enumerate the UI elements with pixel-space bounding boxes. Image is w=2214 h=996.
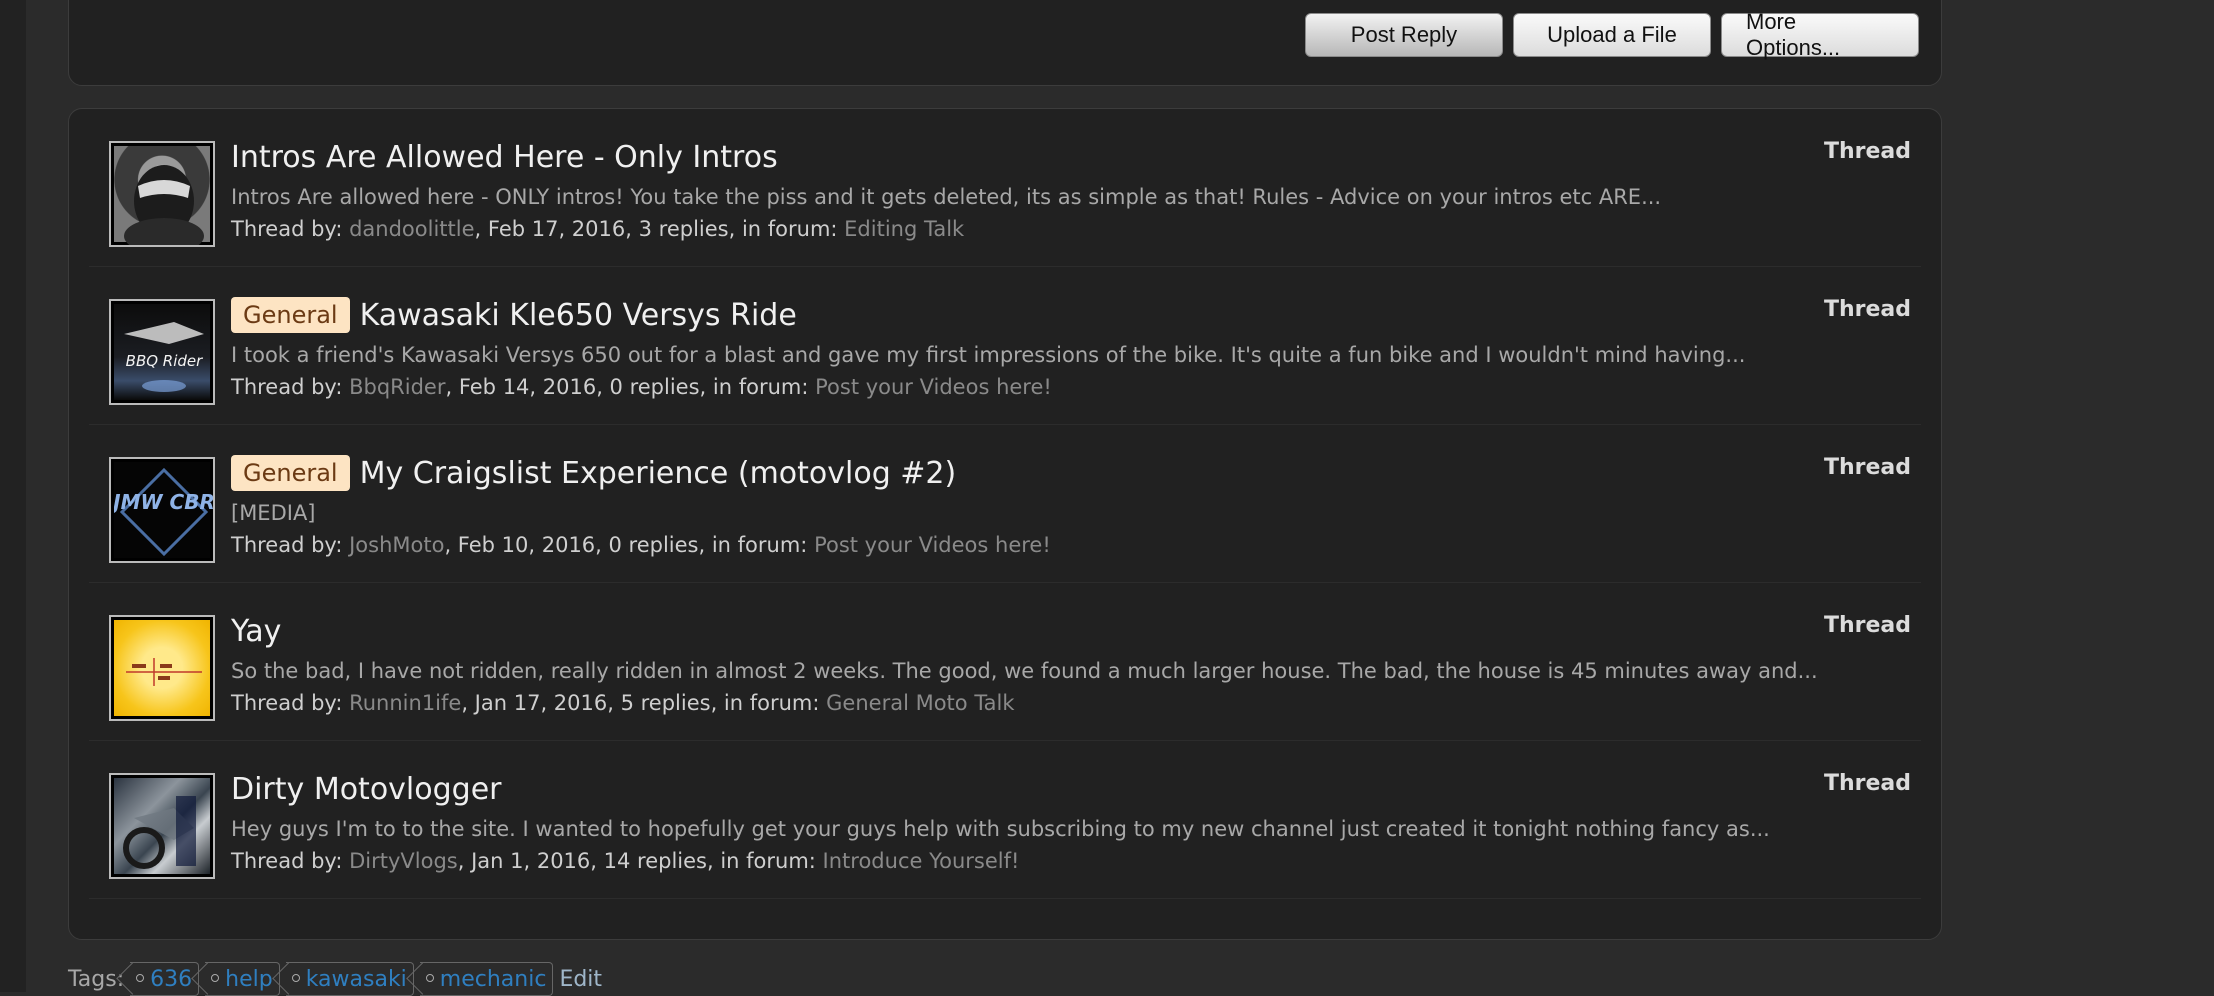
avatar-logo-text: JMW CBR	[114, 490, 214, 514]
tag-hole-icon	[425, 974, 434, 982]
reply-button-row: Post Reply Upload a File More Options...	[1305, 9, 1919, 60]
meta-label: Thread by:	[231, 849, 350, 873]
bbq-rider-logo-icon: BBQ Rider	[124, 322, 204, 392]
forum-link[interactable]: Introduce Yourself!	[823, 849, 1020, 873]
meta-details: , Feb 10, 2016, 0 replies, in forum:	[444, 533, 815, 557]
tag-hole-icon	[211, 974, 220, 982]
meta-label: Thread by:	[231, 533, 350, 557]
user-avatar[interactable]: BBQ Rider	[109, 299, 215, 405]
meta-details: , Jan 1, 2016, 14 replies, in forum:	[457, 849, 823, 873]
author-link[interactable]: DirtyVlogs	[349, 849, 458, 873]
content-type-label: Thread	[1823, 139, 1911, 164]
result-snippet: Intros Are allowed here - ONLY intros! Y…	[231, 185, 1662, 209]
tag-mechanic[interactable]: mechanic	[419, 962, 554, 996]
more-options-button[interactable]: More Options...	[1721, 9, 1919, 60]
author-link[interactable]: BbqRider	[349, 375, 445, 399]
tag-636[interactable]: 636	[130, 962, 200, 996]
tag-kawasaki[interactable]: kawasaki	[285, 962, 414, 996]
forum-link[interactable]: Post your Videos here!	[815, 375, 1052, 399]
content-type-label: Thread	[1823, 613, 1911, 638]
author-link[interactable]: dandoolittle	[349, 217, 474, 241]
tags-label: Tags:	[68, 966, 125, 992]
tag-text: 636	[150, 966, 193, 992]
thread-title-link[interactable]: Kawasaki Kle650 Versys Ride	[360, 298, 797, 333]
meta-details: , Jan 17, 2016, 5 replies, in forum:	[461, 691, 827, 715]
thread-title-link[interactable]: Dirty Motovlogger	[231, 772, 502, 807]
result-item: JMW CBR General My Craigslist Experience…	[89, 425, 1921, 583]
meta-details: , Feb 14, 2016, 0 replies, in forum:	[445, 375, 816, 399]
result-snippet: So the bad, I have not ridden, really ri…	[231, 659, 1818, 683]
meta-label: Thread by:	[231, 375, 350, 399]
result-content: Dirty Motovlogger Hey guys I'm to to the…	[231, 769, 1921, 874]
result-content: Yay So the bad, I have not ridden, reall…	[231, 611, 1921, 716]
running-life-logo-icon	[126, 658, 202, 686]
content-type-label: Thread	[1823, 455, 1911, 480]
tag-text: mechanic	[439, 966, 547, 992]
user-avatar[interactable]	[109, 773, 215, 879]
result-meta: Thread by: JoshMoto, Feb 10, 2016, 0 rep…	[231, 533, 1921, 557]
result-item: Yay So the bad, I have not ridden, reall…	[89, 583, 1921, 741]
result-item: Intros Are Allowed Here - Only Intros In…	[89, 109, 1921, 267]
result-title-line: Yay	[231, 611, 1921, 651]
result-item: Dirty Motovlogger Hey guys I'm to to the…	[89, 741, 1921, 899]
similar-threads-list: Intros Are Allowed Here - Only Intros In…	[68, 108, 1942, 940]
result-content: General My Craigslist Experience (motovl…	[231, 453, 1921, 557]
post-reply-button[interactable]: Post Reply	[1305, 13, 1503, 57]
result-meta: Thread by: BbqRider, Feb 14, 2016, 0 rep…	[231, 375, 1921, 399]
meta-label: Thread by:	[231, 691, 350, 715]
tag-help[interactable]: help	[205, 962, 280, 996]
thread-title-link[interactable]: Intros Are Allowed Here - Only Intros	[231, 140, 778, 175]
content-type-label: Thread	[1823, 297, 1911, 322]
forum-link[interactable]: Post your Videos here!	[814, 533, 1051, 557]
meta-label: Thread by:	[231, 217, 350, 241]
result-snippet: I took a friend's Kawasaki Versys 650 ou…	[231, 343, 1746, 367]
avatar-logo-text: BBQ Rider	[126, 352, 203, 370]
motorcycle-photo-icon	[123, 796, 196, 869]
author-link[interactable]: Runnin1ife	[349, 691, 461, 715]
prefix-badge: General	[231, 455, 350, 491]
edit-tags-link[interactable]: Edit	[559, 967, 602, 992]
author-link[interactable]: JoshMoto	[349, 533, 444, 557]
result-title-line: Dirty Motovlogger	[231, 769, 1921, 809]
tag-hole-icon	[291, 974, 300, 982]
thread-title-link[interactable]: Yay	[231, 614, 281, 649]
upload-file-button[interactable]: Upload a File	[1513, 13, 1711, 57]
result-title-line: General Kawasaki Kle650 Versys Ride	[231, 295, 1921, 335]
user-avatar[interactable]	[109, 615, 215, 721]
helmet-icon	[124, 165, 204, 245]
result-meta: Thread by: dandoolittle, Feb 17, 2016, 3…	[231, 217, 1921, 241]
forum-link[interactable]: General Moto Talk	[826, 691, 1014, 715]
forum-link[interactable]: Editing Talk	[844, 217, 964, 241]
result-title-line: General My Craigslist Experience (motovl…	[231, 453, 1921, 493]
tag-hole-icon	[136, 974, 145, 982]
result-item: BBQ Rider General Kawasaki Kle650 Versys…	[89, 267, 1921, 425]
result-meta: Thread by: DirtyVlogs, Jan 1, 2016, 14 r…	[231, 849, 1921, 873]
prefix-badge: General	[231, 297, 350, 333]
left-sidebar-strip	[0, 0, 26, 992]
tag-text: kawasaki	[305, 966, 407, 992]
result-content: General Kawasaki Kle650 Versys Ride I to…	[231, 295, 1921, 399]
result-meta: Thread by: Runnin1ife, Jan 17, 2016, 5 r…	[231, 691, 1921, 715]
tags-bar: Tags: 636 help kawasaki mechanic Edit	[68, 962, 602, 996]
meta-details: , Feb 17, 2016, 3 replies, in forum:	[474, 217, 845, 241]
tag-text: help	[225, 966, 273, 992]
user-avatar[interactable]	[109, 141, 215, 247]
user-avatar[interactable]: JMW CBR	[109, 457, 215, 563]
jmw-cbr-logo-icon: JMW CBR	[111, 467, 214, 557]
reply-toolbar-panel: Post Reply Upload a File More Options...	[68, 0, 1942, 86]
result-snippet: Hey guys I'm to to the site. I wanted to…	[231, 817, 1770, 841]
thread-title-link[interactable]: My Craigslist Experience (motovlog #2)	[360, 456, 957, 491]
result-content: Intros Are Allowed Here - Only Intros In…	[231, 137, 1921, 242]
result-snippet: [MEDIA]	[231, 501, 316, 525]
content-type-label: Thread	[1823, 771, 1911, 796]
result-title-line: Intros Are Allowed Here - Only Intros	[231, 137, 1921, 177]
